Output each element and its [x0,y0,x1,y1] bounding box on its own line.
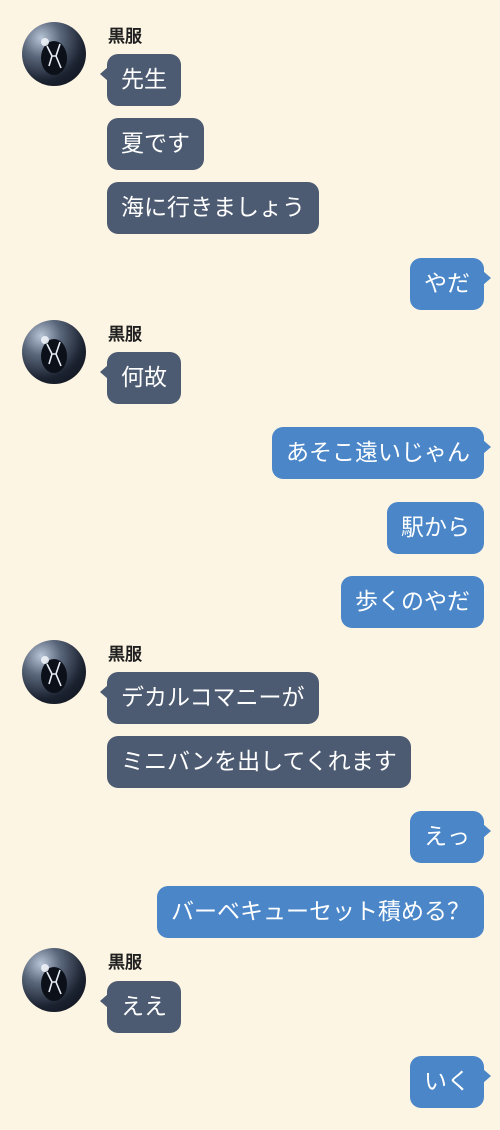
message-bubble-incoming[interactable]: ええ [100,981,181,1033]
avatar[interactable] [22,948,86,1012]
message-bubble-incoming[interactable]: ミニバンを出してくれます [107,736,411,788]
avatar-image [41,964,67,1001]
message-bubble-incoming[interactable]: デカルコマニーが [100,672,319,724]
message-bubble-outgoing[interactable]: やだ [410,258,491,310]
sender-name: 黒服 [108,325,142,345]
avatar-image [41,38,67,75]
message-bubble-outgoing[interactable]: 歩くのやだ [341,576,484,628]
sender-name: 黒服 [108,953,142,973]
message-bubble-outgoing[interactable]: あそこ遠いじゃん [272,427,491,479]
message-bubble-incoming[interactable]: 何故 [100,352,181,404]
avatar-image [41,336,67,373]
message-bubble-incoming[interactable]: 海に行きましょう [107,182,319,234]
avatar[interactable] [22,320,86,384]
sender-name: 黒服 [108,27,142,47]
message-bubble-outgoing[interactable]: 駅から [387,502,484,554]
avatar-image [41,656,67,693]
message-bubble-incoming[interactable]: 夏です [107,118,204,170]
message-bubble-outgoing[interactable]: バーベキューセット積める？ [157,886,484,938]
sender-name: 黒服 [108,645,142,665]
avatar[interactable] [22,22,86,86]
message-bubble-outgoing[interactable]: えっ [410,811,491,863]
message-bubble-outgoing[interactable]: いく [410,1056,491,1108]
message-bubble-incoming[interactable]: 先生 [100,54,181,106]
avatar[interactable] [22,640,86,704]
